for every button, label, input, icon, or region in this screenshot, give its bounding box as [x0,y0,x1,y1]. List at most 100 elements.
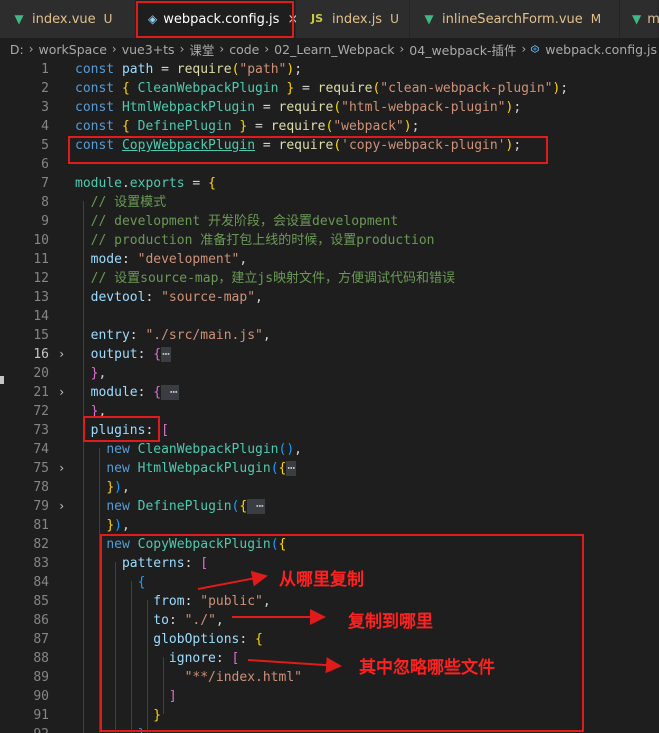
breadcrumb: D: › workSpace › vue3+ts › 课堂 › code › 02_Lea… [0,38,659,60]
line-code: from: "public", [75,592,270,611]
breadcrumb-item[interactable]: 02_Learn_Webpack [272,42,396,57]
breadcrumb-item[interactable]: workSpace [37,42,109,57]
line-number: 84 [33,575,49,590]
code-line[interactable]: 15 entry: "./src/main.js", [0,326,659,345]
code-line[interactable]: 11 mode: "development", [0,250,659,269]
code-token: : [184,556,201,571]
fold-chevron-icon[interactable]: › [58,459,70,478]
line-code: { [75,573,146,592]
line-number: 82 [33,537,49,552]
line-code: const HtmlWebpackPlugin = require("html-… [75,98,521,117]
line-code: ] [75,687,177,706]
code-token: new [106,442,138,457]
code-line[interactable]: 5 const CopyWebpackPlugin = require('copy… [0,136,659,155]
code-line[interactable]: 74 new CleanWebpackPlugin(), [0,440,659,459]
code-token: ⋯ [161,385,179,400]
tab-inline-search-form[interactable]: ▼ inlineSearchForm.vue M [410,0,620,38]
editor-tab-bar: ▼ index.vue U ◈ webpack.config.js × JS i… [0,0,659,38]
code-token: from [153,594,185,609]
code-line[interactable]: 88 ignore: [ [0,649,659,668]
code-token: = [184,176,209,191]
code-token: 'copy-webpack-plugin' [341,138,506,153]
code-token: () [278,442,295,457]
code-line[interactable]: 87 globOptions: { [0,630,659,649]
fold-chevron-icon[interactable]: › [58,345,70,364]
code-line[interactable]: 21 › module: { ⋯ [0,383,659,402]
code-line[interactable]: 73 plugins: [ [0,421,659,440]
code-line[interactable]: 72 }, [0,402,659,421]
code-line[interactable]: 79 › new DefinePlugin({ ⋯ [0,497,659,516]
webpack-icon: ◈ [148,12,158,26]
tab-label: index.js [332,11,383,27]
js-icon: JS [310,12,323,25]
code-token: "webpack" [333,119,404,134]
code-token: { [255,632,263,647]
code-line[interactable]: 20 }, [0,364,659,383]
code-line[interactable]: 1 const path = require("path"); [0,60,659,79]
fold-chevron-icon[interactable]: › [58,383,70,402]
code-line[interactable]: 12 // 设置source-map，建立js映射文件，方便调试代码和错误 [0,269,659,288]
code-token: ignore [168,651,216,666]
tab-webpack-config[interactable]: ◈ webpack.config.js × [136,0,298,38]
code-token: ( [333,100,342,115]
breadcrumb-item[interactable]: vue3+ts [120,42,177,57]
code-token: : [137,347,154,362]
code-token: ; [294,62,303,77]
code-line[interactable]: 86 to: "./", [0,611,659,630]
breadcrumb-item[interactable]: code [227,42,261,57]
code-token: "development" [137,252,240,267]
code-line[interactable]: 13 devtool: "source-map", [0,288,659,307]
code-line[interactable]: 4 const { DefinePlugin } = require("webpa… [0,117,659,136]
tab-index-vue[interactable]: ▼ index.vue U [0,0,136,38]
code-token: ; [513,138,522,153]
breadcrumb-item[interactable]: 04_webpack-插件 [407,40,518,59]
line-code: // development 开发阶段，会设置development [75,212,399,231]
code-token: ; [513,100,522,115]
fold-chevron-icon[interactable]: › [58,497,70,516]
tab-index-js[interactable]: JS index.js U [296,0,410,38]
code-token: HtmlWebpackPlugin [121,100,256,115]
chevron-right-icon: › [521,42,527,56]
code-editor[interactable]: 1 const path = require("path"); 2 const { C… [0,60,659,733]
code-token: { [208,176,216,191]
code-line[interactable]: 85 from: "public", [0,592,659,611]
code-line[interactable]: 8 // 设置模式 [0,193,659,212]
line-code: }, [75,364,107,383]
vue-icon: ▼ [14,12,24,26]
code-line[interactable]: 7 module.exports = { [0,174,659,193]
code-line[interactable]: 78 }), [0,478,659,497]
code-line[interactable]: 9 // development 开发阶段，会设置development [0,212,659,231]
code-line[interactable]: 82 new CopyWebpackPlugin({ [0,535,659,554]
breadcrumb-item[interactable]: D: [8,42,26,57]
code-token: DefinePlugin [137,499,232,514]
code-line[interactable]: 10 // production 准备打包上线的时候，设置production [0,231,659,250]
code-token: } [153,708,162,723]
code-line[interactable]: 81 }), [0,516,659,535]
code-line[interactable]: 6 [0,155,659,174]
code-line[interactable]: 3 const HtmlWebpackPlugin = require("html… [0,98,659,117]
breadcrumb-item[interactable]: 课堂 [187,40,216,59]
code-token: "public" [200,594,263,609]
breadcrumb-item[interactable]: webpack.config.js [543,42,659,57]
line-number: 20 [33,366,49,381]
code-line[interactable]: 75 › new HtmlWebpackPlugin({⋯ [0,459,659,478]
code-line[interactable]: 14 [0,307,659,326]
line-code: patterns: [ [75,554,208,573]
code-token: "**/index.html" [184,670,302,685]
code-line[interactable]: 16 › output: {⋯ [0,345,659,364]
ignore-annotation: 其中忽略哪些文件 [359,658,495,678]
code-token: } [138,727,146,733]
code-line[interactable]: 91 } [0,706,659,725]
code-line[interactable]: 92 } [0,725,659,733]
line-code: // production 准备打包上线的时候，设置production [75,231,435,250]
code-line[interactable]: 89 "**/index.html" [0,668,659,687]
code-line[interactable]: 2 const { CleanWebpackPlugin } = require(… [0,79,659,98]
code-line[interactable]: 90 ] [0,687,659,706]
tab-overflow[interactable]: ▼ m [620,0,659,38]
code-token: = [247,119,271,134]
sash-handle[interactable] [0,376,4,384]
